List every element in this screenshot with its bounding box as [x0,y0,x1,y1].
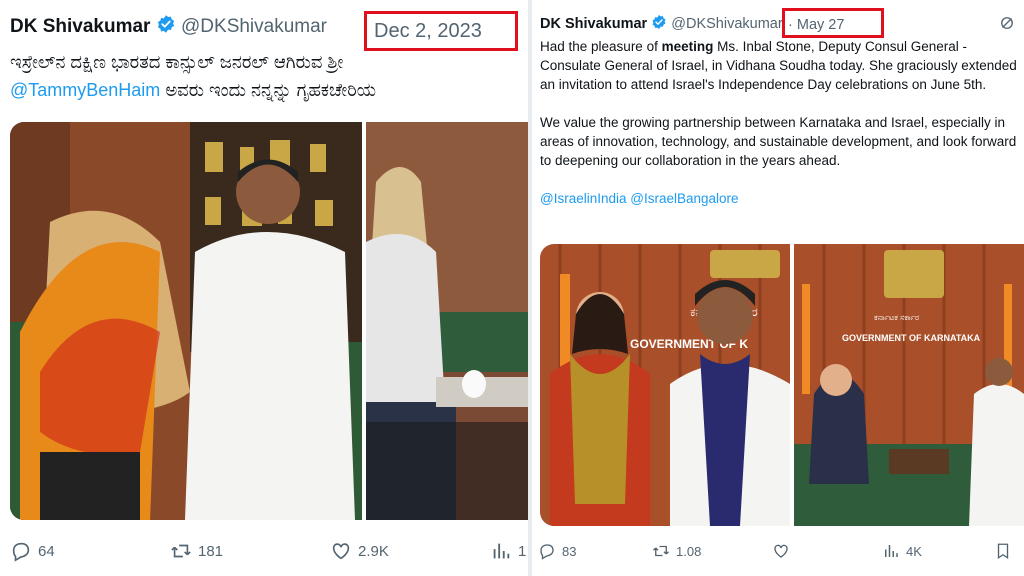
repost-button[interactable]: 181 [170,540,223,562]
reply-button[interactable]: 64 [10,540,55,562]
tweet-paragraph-2: We value the growing partnership between… [540,115,1017,168]
tweet-photo-1[interactable] [10,122,362,520]
author-handle[interactable]: @DKShivakumar [181,16,327,37]
like-button[interactable] [772,542,796,560]
reply-button[interactable]: 83 [538,542,576,560]
tweet-text-line1: ಇಸ್ರೇಲ್‌ನ ದಕ್ಷಿಣ ಭಾರತದ ಕಾನ್ಸುಲ್ ಜನರಲ್ ಆಗ… [10,52,344,72]
post-date[interactable]: Dec 2, 2023 [374,20,482,42]
verified-badge-icon [651,14,667,34]
like-button[interactable]: 2.9K [330,540,389,562]
author-handle[interactable]: @DKShivakumar [671,16,782,32]
tweet-text: Had the pleasure of meeting Ms. Inbal St… [540,37,1020,227]
like-count: 2.9K [358,542,389,560]
views-count: 1 [518,542,527,560]
verified-badge-icon [156,14,176,40]
views-count: 4K [906,543,922,559]
author-name[interactable]: DK Shivakumar [10,16,150,37]
post-date[interactable]: May 27 [797,17,845,33]
repost-icon [652,542,670,560]
heart-icon [772,542,790,560]
heart-icon [330,540,352,562]
tweet-header: DK Shivakumar @DKShivakumar [540,14,783,34]
views-chart-icon [882,542,900,560]
right-tweet-screenshot: DK Shivakumar @DKShivakumar · May 27 Had… [532,0,1024,576]
tweet-paragraph-1: Had the pleasure of meeting Ms. Inbal St… [540,39,1017,92]
repost-count: 181 [198,542,224,560]
views-chart-icon [490,540,512,562]
tweet-photo-3[interactable]: ಕರ್ನಾಟಕ ಸರ್ಕಾರ GOVERNMENT OF K [540,244,790,526]
mention-links[interactable]: @IsraelinIndia @IsraelBangalore [540,189,1020,208]
left-tweet-screenshot: DK Shivakumar @DKShivakumar Dec 2, 2023 … [0,0,528,576]
sign-text-2: GOVERNMENT OF KARNATAKA [842,333,981,343]
tweet-photo-4[interactable]: ಕರ್ನಾಟಕ ಸರ್ಕಾರ GOVERNMENT OF KARNATAKA [794,244,1024,526]
tweet-action-bar: 64 181 2.9K 1 [0,534,528,568]
reply-count: 64 [38,542,55,560]
bookmark-icon [994,542,1012,560]
post-date-highlight: Dec 2, 2023 [364,11,518,51]
reply-count: 83 [562,543,577,559]
author-name[interactable]: DK Shivakumar [540,16,647,32]
mention-link[interactable]: @TammyBenHaim [10,80,160,100]
sign-kannada-text-2: ಕರ್ನಾಟಕ ಸರ್ಕಾರ [874,313,919,322]
views-button[interactable]: 4K [882,542,922,560]
grok-icon[interactable] [998,14,1016,37]
reply-icon [538,542,556,560]
tweet-text-continuation: ಅವರು ಇಂದು ನನ್ನನ್ನು ಗೃಹಕಚೇರಿಯ [160,80,377,100]
separator-dot: · [788,17,793,33]
post-date-highlight: · May 27 [782,8,884,38]
tweet-header: DK Shivakumar @DKShivakumar [10,14,327,40]
tweet-action-bar: 83 1.08 4K [532,534,1024,568]
reply-icon [10,540,32,562]
tweet-photo-2[interactable] [366,122,528,520]
repost-button[interactable]: 1.08 [652,542,701,560]
bookmark-button[interactable] [994,542,1012,560]
repost-icon [170,540,192,562]
repost-count: 1.08 [676,543,702,559]
views-button[interactable]: 1 [490,540,526,562]
tweet-text-line2: @TammyBenHaim ಅವರು ಇಂದು ನನ್ನನ್ನು ಗೃಹಕಚೇರ… [10,80,376,101]
